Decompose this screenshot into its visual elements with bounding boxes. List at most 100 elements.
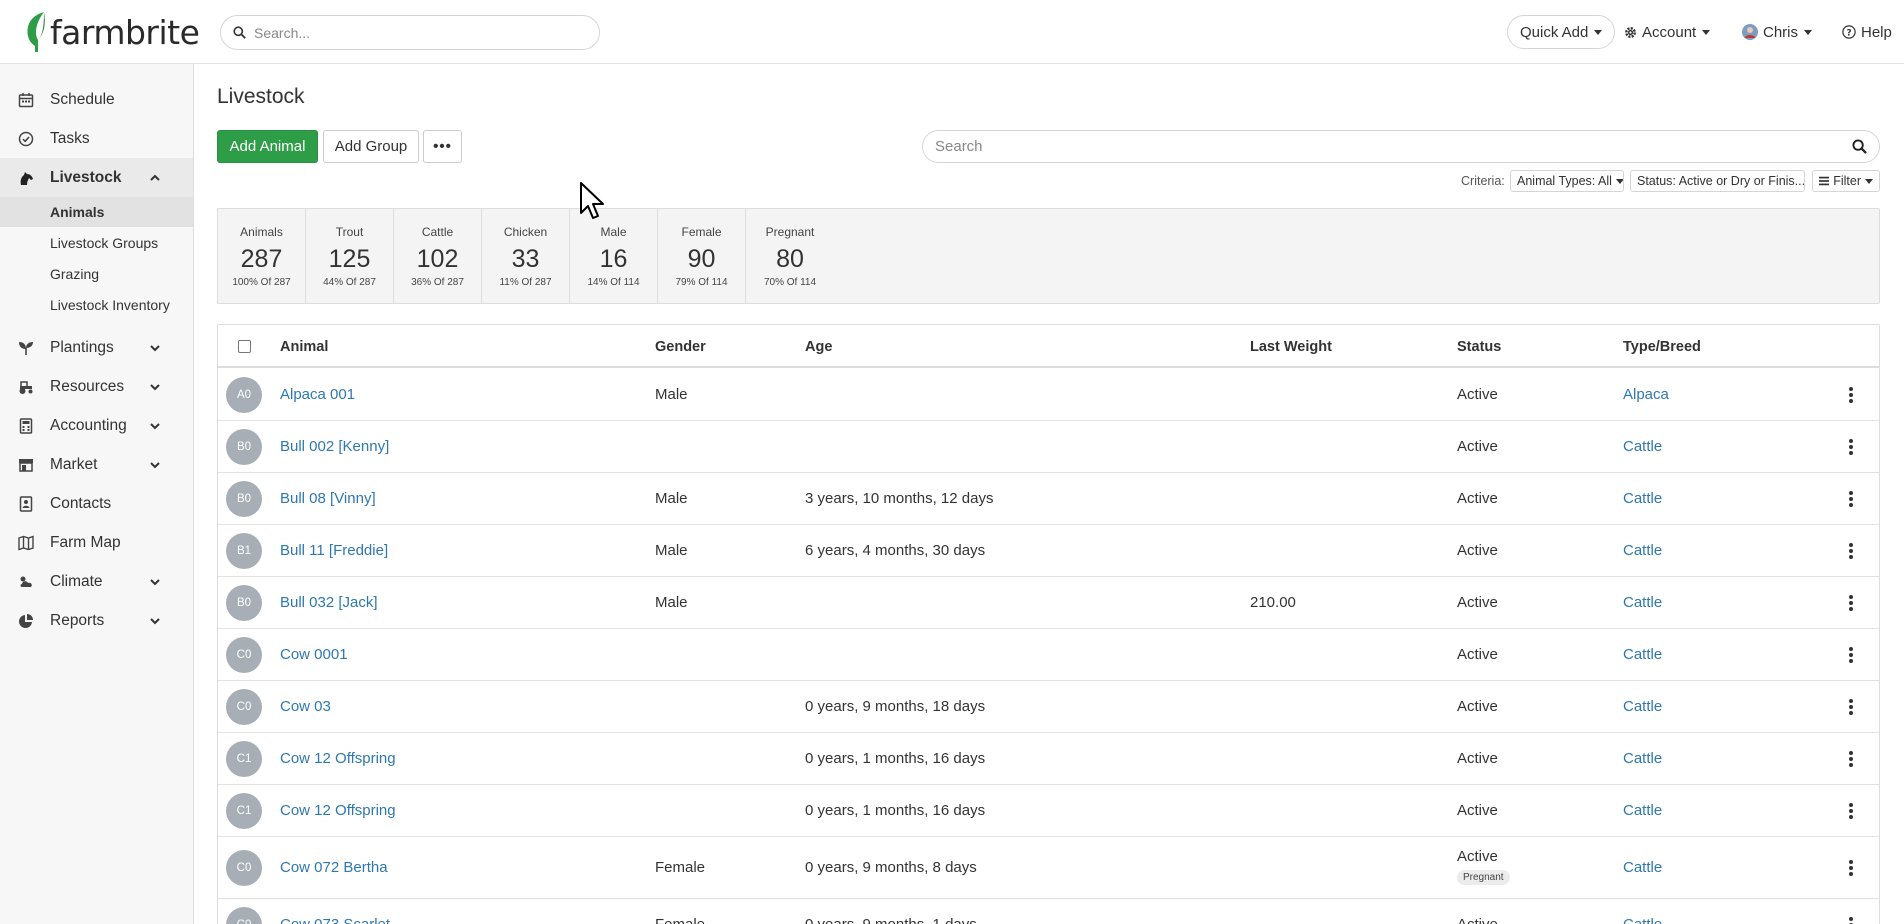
select-all-checkbox[interactable]	[238, 340, 251, 353]
type-link[interactable]: Cattle	[1623, 646, 1662, 663]
stat-trout[interactable]: Trout 125 44% Of 287	[306, 209, 394, 303]
stat-pregnant[interactable]: Pregnant 80 70% Of 114	[746, 209, 834, 303]
sidebar-item-accounting[interactable]: Accounting	[0, 406, 193, 445]
sidebar-item-farm-map[interactable]: Farm Map	[0, 523, 193, 562]
row-menu-icon[interactable]	[1848, 439, 1854, 455]
farmbrite-logo[interactable]: farmbrite	[24, 10, 200, 54]
table-row[interactable]: C0 Cow 072 Bertha Female 0 years, 9 mont…	[218, 837, 1879, 899]
sidebar-item-plantings[interactable]: Plantings	[0, 328, 193, 367]
table-row[interactable]: B1 Bull 11 [Freddie] Male 6 years, 4 mon…	[218, 525, 1879, 577]
stat-chicken[interactable]: Chicken 33 11% Of 287	[482, 209, 570, 303]
more-actions-button[interactable]: •••	[423, 130, 462, 163]
global-search[interactable]	[220, 15, 600, 50]
animal-link[interactable]: Cow 12 Offspring	[280, 750, 396, 767]
sidebar-sub-animals[interactable]: Animals	[0, 197, 193, 227]
filter-button[interactable]: Filter	[1812, 170, 1880, 192]
stat-cattle[interactable]: Cattle 102 36% Of 287	[394, 209, 482, 303]
stat-female[interactable]: Female 90 79% Of 114	[658, 209, 746, 303]
animal-link[interactable]: Cow 0001	[280, 646, 348, 663]
animal-link[interactable]: Cow 073 Scarlet	[280, 916, 390, 924]
table-row[interactable]: A0 Alpaca 001 Male Active Alpaca	[218, 369, 1879, 421]
add-group-button[interactable]: Add Group	[323, 130, 419, 163]
stat-value: 102	[416, 245, 459, 273]
type-link[interactable]: Cattle	[1623, 916, 1662, 924]
sidebar-item-schedule[interactable]: Schedule	[0, 80, 193, 119]
sidebar-item-contacts[interactable]: Contacts	[0, 484, 193, 523]
sidebar-item-market[interactable]: Market	[0, 445, 193, 484]
stat-male[interactable]: Male 16 14% Of 114	[570, 209, 658, 303]
column-age[interactable]: Age	[805, 339, 832, 355]
table-row[interactable]: C1 Cow 12 Offspring 0 years, 1 months, 1…	[218, 785, 1879, 837]
search-icon[interactable]	[1852, 139, 1867, 154]
sidebar-item-resources[interactable]: Resources	[0, 367, 193, 406]
animal-link[interactable]: Cow 03	[280, 698, 331, 715]
check-circle-icon	[18, 131, 34, 146]
type-link[interactable]: Cattle	[1623, 542, 1662, 559]
global-search-input[interactable]	[254, 24, 574, 41]
animal-types-label: Animal Types: All	[1517, 174, 1612, 188]
animal-types-filter[interactable]: Animal Types: All	[1510, 170, 1624, 192]
row-menu-icon[interactable]	[1848, 647, 1854, 663]
row-menu-icon[interactable]	[1848, 699, 1854, 715]
type-link[interactable]: Cattle	[1623, 490, 1662, 507]
table-row[interactable]: C1 Cow 12 Offspring 0 years, 1 months, 1…	[218, 733, 1879, 785]
map-icon	[18, 535, 34, 550]
add-animal-button[interactable]: Add Animal	[217, 130, 318, 163]
sidebar-sub-grazing[interactable]: Grazing	[0, 259, 193, 289]
sidebar-item-reports[interactable]: Reports	[0, 601, 193, 640]
table-row[interactable]: C0 Cow 073 Scarlet Female 0 years, 9 mon…	[218, 899, 1879, 924]
type-link[interactable]: Cattle	[1623, 698, 1662, 715]
table-row[interactable]: B0 Bull 002 [Kenny] Active Cattle	[218, 421, 1879, 473]
sidebar-sub-livestock-inventory[interactable]: Livestock Inventory	[0, 290, 193, 320]
animal-link[interactable]: Alpaca 001	[280, 386, 355, 403]
chevron-down-icon	[150, 461, 160, 468]
user-menu[interactable]: Chris	[1742, 15, 1813, 49]
sidebar-item-livestock[interactable]: Livestock	[0, 158, 193, 197]
row-menu-icon[interactable]	[1848, 491, 1854, 507]
account-menu[interactable]: Account	[1624, 15, 1711, 49]
column-gender[interactable]: Gender	[655, 339, 706, 355]
caret-down-icon	[1702, 29, 1711, 35]
animal-link[interactable]: Bull 002 [Kenny]	[280, 438, 389, 455]
quick-add-button[interactable]: Quick Add	[1507, 15, 1616, 49]
table-row[interactable]: C0 Cow 03 0 years, 9 months, 18 days Act…	[218, 681, 1879, 733]
status-filter[interactable]: Status: Active or Dry or Finis...	[1630, 170, 1805, 192]
column-last-weight[interactable]: Last Weight	[1250, 339, 1332, 355]
row-menu-icon[interactable]	[1848, 803, 1854, 819]
type-link[interactable]: Cattle	[1623, 594, 1662, 611]
type-link[interactable]: Cattle	[1623, 438, 1662, 455]
row-menu-icon[interactable]	[1848, 595, 1854, 611]
age-cell: 6 years, 4 months, 30 days	[805, 542, 986, 559]
stat-label: Male	[600, 225, 627, 239]
column-type-breed[interactable]: Type/Breed	[1623, 339, 1701, 355]
row-menu-icon[interactable]	[1848, 917, 1854, 924]
animal-link[interactable]: Cow 072 Bertha	[280, 859, 388, 876]
row-menu-icon[interactable]	[1848, 543, 1854, 559]
column-animal[interactable]: Animal	[280, 339, 328, 355]
animal-link[interactable]: Bull 08 [Vinny]	[280, 490, 376, 507]
stat-label: Cattle	[421, 225, 454, 239]
animal-search-input[interactable]	[935, 138, 1852, 155]
animal-link[interactable]: Bull 032 [Jack]	[280, 594, 378, 611]
type-link[interactable]: Cattle	[1623, 802, 1662, 819]
stat-value: 287	[240, 245, 283, 273]
table-row[interactable]: B0 Bull 032 [Jack] Male 210.00 Active Ca…	[218, 577, 1879, 629]
animal-link[interactable]: Bull 11 [Freddie]	[280, 542, 388, 559]
help-link[interactable]: ? Help	[1842, 15, 1892, 49]
row-menu-icon[interactable]	[1848, 387, 1854, 403]
age-cell: 0 years, 1 months, 16 days	[805, 802, 986, 819]
stat-animals[interactable]: Animals 287 100% Of 287	[218, 209, 306, 303]
type-link[interactable]: Cattle	[1623, 859, 1662, 876]
table-row[interactable]: B0 Bull 08 [Vinny] Male 3 years, 10 mont…	[218, 473, 1879, 525]
animal-link[interactable]: Cow 12 Offspring	[280, 802, 396, 819]
column-status[interactable]: Status	[1457, 339, 1501, 355]
sidebar-item-climate[interactable]: Climate	[0, 562, 193, 601]
sidebar-sub-livestock-groups[interactable]: Livestock Groups	[0, 228, 193, 258]
type-link[interactable]: Alpaca	[1623, 386, 1669, 403]
table-row[interactable]: C0 Cow 0001 Active Cattle	[218, 629, 1879, 681]
type-link[interactable]: Cattle	[1623, 750, 1662, 767]
row-menu-icon[interactable]	[1848, 860, 1854, 876]
sidebar-item-tasks[interactable]: Tasks	[0, 119, 193, 158]
animal-search[interactable]	[922, 130, 1880, 163]
row-menu-icon[interactable]	[1848, 751, 1854, 767]
